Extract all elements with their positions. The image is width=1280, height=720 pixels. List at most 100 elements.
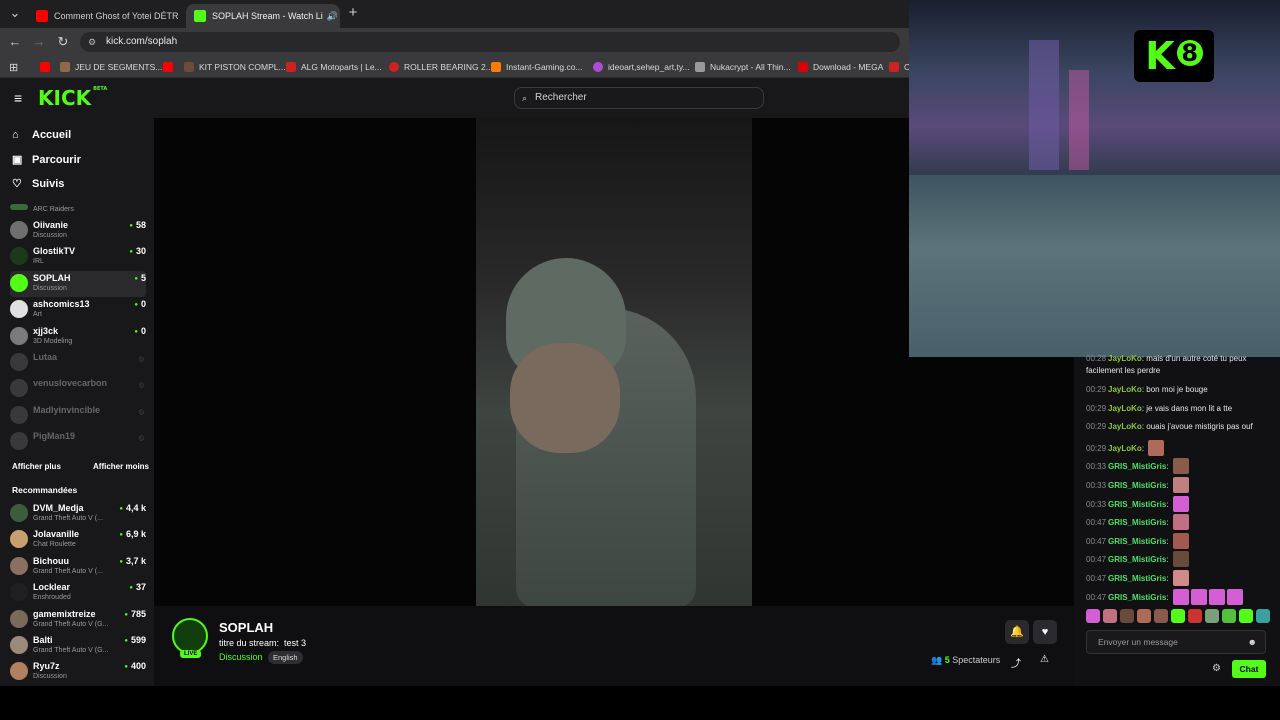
- site-info-icon[interactable]: ⚙: [88, 32, 96, 52]
- chat-username[interactable]: JayLoKo: [1108, 385, 1142, 394]
- sidebar-channel-row[interactable]: GlostikTVIRL 30: [10, 244, 146, 270]
- menu-hamburger-icon[interactable]: ≡: [14, 90, 22, 106]
- chat-text: je vais dans mon lit a tte: [1146, 403, 1233, 413]
- emote-icon[interactable]: [1154, 609, 1168, 623]
- bookmark-item[interactable]: Nukacrypt - All Thin...: [695, 60, 791, 74]
- close-tab-icon[interactable]: ✕: [338, 10, 340, 23]
- bookmark-item[interactable]: ideoart,sehep_art,ty...: [593, 60, 690, 74]
- nav-browse[interactable]: ▣ Parcourir: [12, 153, 81, 167]
- notification-bell-button[interactable]: 🔔: [1005, 620, 1029, 644]
- chat-message: 00:29 JayLoKo: bon moi je bouge: [1086, 384, 1272, 396]
- show-less-link[interactable]: Afficher moins: [93, 462, 149, 471]
- stream-title-label: titre du stream:: [219, 638, 280, 648]
- chat-username[interactable]: JayLoKo: [1108, 422, 1142, 431]
- report-warning-icon[interactable]: ⚠: [1040, 654, 1049, 665]
- bookmark-item[interactable]: ALG Motoparts | Le...: [286, 60, 382, 74]
- logo-beta-tag: BETA: [93, 86, 108, 92]
- stream-category-link[interactable]: Discussion: [219, 652, 263, 662]
- sidebar-channel-row[interactable]: DVM_Medja Grand Theft Auto V (... 4,4 k: [10, 501, 146, 527]
- language-tag[interactable]: English: [268, 651, 303, 664]
- emote-icon[interactable]: [1188, 609, 1202, 623]
- sidebar-channel-row[interactable]: xjj3ck3D Modeling 0: [10, 324, 146, 350]
- emote-icon[interactable]: [1137, 609, 1151, 623]
- nav-following[interactable]: ♡ Suivis: [12, 177, 64, 191]
- bookmark-item[interactable]: Instant-Gaming.co...: [491, 60, 583, 74]
- emoji-picker-icon[interactable]: ☻: [1248, 631, 1257, 653]
- sidebar-channel-row[interactable]: LocklearEnshrouded 37: [10, 580, 146, 606]
- new-tab-icon[interactable]: +: [344, 4, 362, 22]
- browser-tab-soplah[interactable]: SOPLAH Stream - Watch Li 🔊 ✕: [186, 4, 340, 28]
- bookmark-item[interactable]: JEU DE SEGMENTS...: [60, 60, 162, 74]
- apps-grid-icon[interactable]: ⊞: [9, 60, 18, 74]
- share-icon[interactable]: ⤴: [1011, 655, 1021, 670]
- emote-icon[interactable]: [1086, 609, 1100, 623]
- emote-icon[interactable]: [1103, 609, 1117, 623]
- chat-username[interactable]: GRIS_MistiGris: [1108, 500, 1166, 509]
- kick-logo[interactable]: KICK BETA: [38, 86, 107, 110]
- nav-home[interactable]: ⌂ Accueil: [12, 129, 71, 141]
- bookmark-item[interactable]: [163, 60, 178, 74]
- close-tab-icon[interactable]: ✕: [179, 10, 180, 23]
- chat-username[interactable]: GRIS_MistiGris: [1108, 481, 1166, 490]
- bookmark-item[interactable]: Download - MEGA: [798, 60, 883, 74]
- sidebar-channel-row[interactable]: ashcomics13Art 0: [10, 297, 146, 323]
- bookmark-item[interactable]: [40, 60, 55, 74]
- avatar: [10, 221, 28, 239]
- chat-send-button[interactable]: Chat: [1232, 660, 1266, 678]
- bookmark-favicon-icon: [889, 62, 899, 72]
- browser-tab-ghost[interactable]: Comment Ghost of Yotei DÉTR ✕: [28, 4, 180, 28]
- emote-icon[interactable]: [1256, 609, 1270, 623]
- channel-name[interactable]: SOPLAH: [219, 620, 273, 635]
- sidebar-channel-row[interactable]: SOPLAHDiscussion 5: [10, 270, 146, 297]
- chat-message-input[interactable]: Envoyer un message ☻: [1086, 630, 1266, 654]
- sidebar-channel-row[interactable]: Lutaa ⦸: [10, 350, 146, 376]
- sidebar-channel-row[interactable]: Madlyinvincible ⦸: [10, 403, 146, 429]
- sidebar-channel-row[interactable]: JolavanilleChat Roulette 6,9 k: [10, 527, 146, 553]
- sidebar-channel-row[interactable]: Balti Grand Theft Auto V (G... 599: [10, 633, 146, 659]
- viewer-count: 785: [124, 609, 146, 619]
- emote-icon[interactable]: [1239, 609, 1253, 623]
- sidebar-channel-row[interactable]: BichouuGrand Theft Auto V (... 3,7 k: [10, 554, 146, 580]
- emote-icon[interactable]: [1120, 609, 1134, 623]
- k8-number: 8: [1176, 40, 1203, 66]
- emote-icon[interactable]: [1222, 609, 1236, 623]
- show-more-link[interactable]: Afficher plus: [12, 462, 61, 471]
- sidebar-channel-row[interactable]: gamemixtreizeGrand Theft Auto V (G... 785: [10, 607, 146, 633]
- chat-username[interactable]: GRIS_MistiGris: [1108, 462, 1166, 471]
- chat-username[interactable]: GRIS_MistiGris: [1108, 555, 1166, 564]
- address-bar[interactable]: ⚙ kick.com/soplah: [80, 32, 900, 52]
- sidebar-channel-row[interactable]: Ryu7zDiscussion 400: [10, 659, 146, 685]
- stream-info-bar: LIVE SOPLAH titre du stream: test 3 Disc…: [154, 606, 1074, 686]
- chat-emote-icon: [1148, 439, 1165, 456]
- reload-icon[interactable]: ↻: [54, 33, 72, 51]
- emote-icon[interactable]: [1171, 609, 1185, 623]
- bookmark-item[interactable]: KIT PISTON COMPL...: [184, 60, 286, 74]
- chat-username[interactable]: GRIS_MistiGris: [1108, 593, 1166, 602]
- chat-username[interactable]: JayLoKo: [1108, 444, 1142, 453]
- bookmark-favicon-icon: [389, 62, 399, 72]
- chat-settings-gear-icon[interactable]: ⚙: [1212, 663, 1221, 674]
- chat-username[interactable]: GRIS_MistiGris: [1108, 537, 1166, 546]
- channel-name: PigMan19: [33, 431, 76, 442]
- viewer-count: 5: [134, 273, 146, 283]
- sidebar-channel-row[interactable]: PigMan19 ⦸: [10, 429, 146, 455]
- search-input[interactable]: ⌕ Rechercher: [514, 87, 764, 109]
- chat-username[interactable]: JayLoKo: [1108, 354, 1142, 363]
- chat-username[interactable]: GRIS_MistiGris: [1108, 574, 1166, 583]
- bookmark-item[interactable]: C: [889, 60, 910, 74]
- bookmark-item[interactable]: ROLLER BEARING 2...: [389, 60, 493, 74]
- chat-username[interactable]: JayLoKo: [1108, 404, 1142, 413]
- forward-arrow-icon[interactable]: →: [30, 33, 48, 51]
- logo-text: KICK: [38, 86, 92, 110]
- chat-message: 00:47 GRIS_MistiGris:: [1086, 570, 1272, 586]
- stream-video[interactable]: [476, 118, 752, 608]
- chat-username[interactable]: GRIS_MistiGris: [1108, 518, 1166, 527]
- back-arrow-icon[interactable]: ←: [6, 33, 24, 51]
- sidebar-channel-row[interactable]: venuslovecarbon ⦸: [10, 376, 146, 402]
- channel-avatar[interactable]: [172, 618, 208, 654]
- avatar: [10, 583, 28, 602]
- tab-search-icon[interactable]: ⌄: [6, 4, 24, 22]
- emote-icon[interactable]: [1205, 609, 1219, 623]
- sidebar-channel-row[interactable]: Oiivanie Discussion 58: [10, 218, 146, 244]
- follow-heart-button[interactable]: ♥: [1033, 620, 1057, 644]
